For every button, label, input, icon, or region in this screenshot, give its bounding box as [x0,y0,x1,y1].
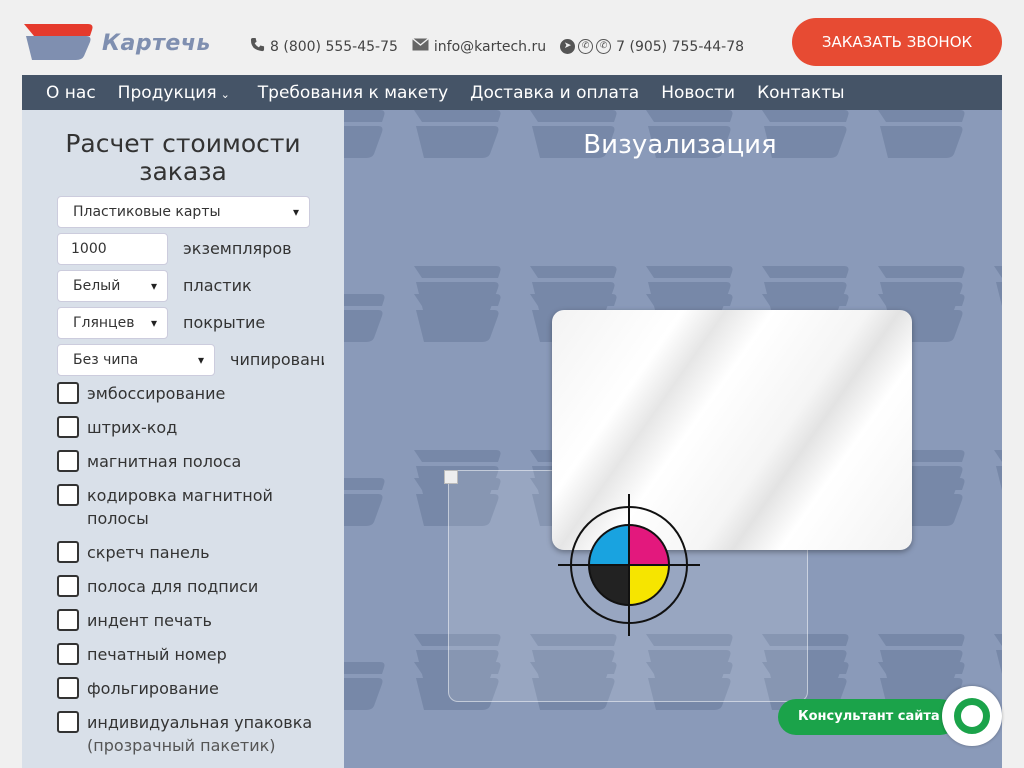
nav-item-delivery-label: Доставка и оплата [470,82,640,103]
foiling-checkbox[interactable] [57,677,79,699]
mail-icon [411,37,429,55]
consultant-button[interactable]: Консультант сайта [778,699,958,735]
calculator-title: Расчет стоимости заказа [22,130,344,186]
plastic-select[interactable]: Белый ▾ [57,270,168,302]
nav-item-contacts[interactable]: Контакты [757,83,867,103]
contacts: 8 (800) 555-45-75 info@kartech.ru ➤ ✆ ✆ … [250,37,744,56]
indent-print-checkbox[interactable] [57,609,79,631]
embossing-label: эмбоссирование [87,384,226,403]
barcode-label: штрих-код [87,418,178,437]
logo-text: Картечь [102,31,211,56]
cmyk-target-icon [558,494,700,636]
chip-select[interactable]: Без чипа ▾ [57,344,215,376]
coating-label: покрытие [183,313,266,332]
nav-item-news[interactable]: Новости [661,83,757,103]
plastic-label: пластик [183,276,252,295]
pattern-logo-tile [994,450,1002,490]
individual-package-label: индивидуальная упаковка (прозрачный паке… [87,711,312,757]
chevron-down-icon: ▾ [292,205,299,219]
nav-item-contacts-label: Контакты [757,82,845,103]
chevron-down-icon: ▾ [150,279,157,293]
individual-package-label-line2: (прозрачный пакетик) [87,736,276,755]
header: Картечь 8 (800) 555-45-75 info@kartech.r… [0,0,1024,75]
broken-image-icon [444,470,458,484]
phone-main-text: 8 (800) 555-45-75 [270,38,398,55]
magnetic-stripe-label: магнитная полоса [87,452,242,471]
pattern-logo-tile [414,266,501,314]
magnetic-encoding-label: кодировка магнитной полосы [87,484,273,530]
magnetic-encoding-checkbox[interactable] [57,484,79,506]
individual-package-checkbox[interactable] [57,711,79,733]
chat-ring-icon [954,698,990,734]
coating-select[interactable]: Глянцев ▾ [57,307,168,339]
scratch-panel-label: скретч панель [87,543,210,562]
indent-print-label: индент печать [87,611,212,630]
nav-item-requirements-label: Требования к макету [257,82,449,103]
nav-item-about-label: О нас [46,82,96,103]
embossing-checkbox[interactable] [57,382,79,404]
foiling-label: фольгирование [87,679,219,698]
product-select-value: Пластиковые карты [73,204,221,220]
plastic-select-value: Белый [73,278,121,294]
email-text: info@kartech.ru [433,38,547,55]
viber-icon[interactable]: ✆ [596,39,612,54]
pattern-logo-tile [414,294,501,342]
chat-icon[interactable] [942,686,1002,746]
phone-main[interactable]: 8 (800) 555-45-75 [250,37,398,56]
order-call-button[interactable]: ЗАКАЗАТЬ ЗВОНОК [792,18,1002,66]
visualization-panel: Визуализация [344,110,1002,768]
signature-strip-label: полоса для подписи [87,577,259,596]
pattern-logo-tile [344,294,385,342]
quantity-label: экземпляров [183,239,292,258]
signature-strip-checkbox[interactable] [57,575,79,597]
phone-icon [250,37,265,56]
coating-select-value: Глянцев [73,315,135,331]
messengers-phone[interactable]: ➤ ✆ ✆ 7 (905) 755-44-78 [560,39,744,55]
pattern-logo-tile [994,266,1002,306]
quantity-input[interactable]: 1000 [57,233,168,265]
nav-item-products[interactable]: Продукция ⌄ [118,83,252,103]
pattern-logo-tile [878,634,965,682]
pattern-logo-tile [344,478,385,526]
pattern-logo-tile [878,266,965,314]
individual-package-label-line1: индивидуальная упаковка [87,713,313,732]
nav-item-news-label: Новости [661,82,736,103]
magnetic-stripe-checkbox[interactable] [57,450,79,472]
printed-number-checkbox[interactable] [57,643,79,665]
main-nav: О нас Продукция ⌄ Требования к макету Дос… [22,75,1002,110]
magnetic-encoding-label-line1: кодировка магнитной [87,486,273,505]
product-select[interactable]: Пластиковые карты ▾ [57,196,310,228]
scratch-panel-checkbox[interactable] [57,541,79,563]
nav-item-about[interactable]: О нас [22,83,118,103]
nav-item-delivery[interactable]: Доставка и оплата [470,83,661,103]
email-link[interactable]: info@kartech.ru [411,37,547,55]
visualization-title: Визуализация [583,130,777,160]
calculator-title-line2: заказа [139,157,227,186]
calculator-title-line1: Расчет стоимости [65,129,301,158]
telegram-icon[interactable]: ➤ [560,39,576,54]
nav-item-products-label: Продукция [117,82,217,103]
pattern-logo-tile [530,266,617,314]
nav-item-requirements[interactable]: Требования к макету [252,83,470,103]
pattern-logo-tile [762,266,849,314]
pattern-logo-tile [994,634,1002,674]
pattern-logo-tile [344,662,385,710]
printed-number-label: печатный номер [87,645,227,664]
chip-label: чипировани [230,350,324,369]
pattern-logo-tile [646,266,733,314]
phone-second-text: 7 (905) 755-44-78 [616,38,745,55]
magnetic-encoding-label-line2: полосы [87,509,149,528]
whatsapp-icon[interactable]: ✆ [578,39,594,54]
chip-select-value: Без чипа [73,352,139,368]
logo-icon [24,24,93,60]
chevron-down-icon: ▾ [197,353,204,367]
barcode-checkbox[interactable] [57,416,79,438]
chevron-down-icon: ▾ [147,308,157,338]
logo[interactable]: Картечь [22,22,212,62]
calculator-panel: Расчет стоимости заказа Пластиковые карт… [22,110,344,768]
chevron-down-icon: ⌄ [220,87,230,101]
